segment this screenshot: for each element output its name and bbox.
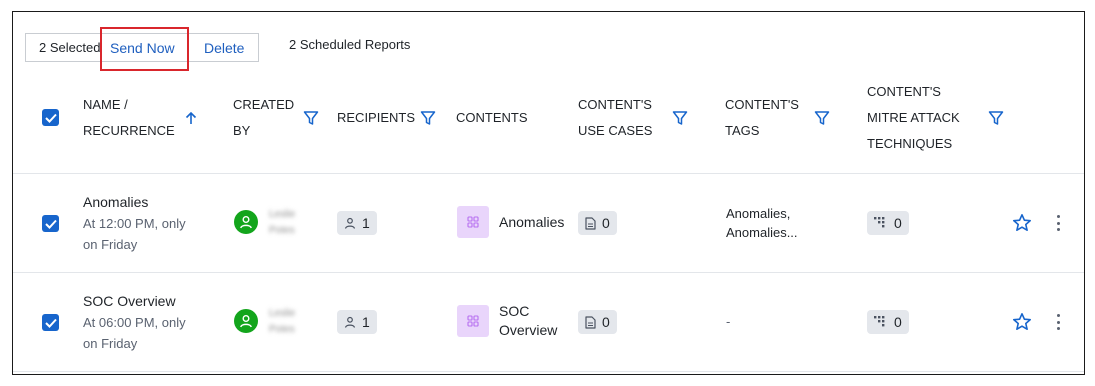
scheduled-reports-count: 2 Scheduled Reports xyxy=(289,37,411,52)
column-header-mitre: CONTENT'S MITRE ATTACK TECHNIQUES xyxy=(867,84,960,151)
user-icon xyxy=(344,316,356,328)
creator-name: Leslie Potes xyxy=(269,209,296,236)
mitre-pill[interactable]: 0 xyxy=(867,310,909,334)
star-icon[interactable] xyxy=(1012,312,1032,332)
use-cases-pill[interactable]: 0 xyxy=(578,211,617,235)
use-cases-filter-icon[interactable] xyxy=(672,110,688,126)
check-icon xyxy=(44,113,57,123)
content-name[interactable]: Anomalies xyxy=(499,213,564,232)
bulk-action-bar: 2 Selected Send Now Delete xyxy=(25,33,259,62)
grid-icon xyxy=(467,216,479,228)
mitre-pill[interactable]: 0 xyxy=(867,211,909,235)
sort-ascending-icon[interactable] xyxy=(184,111,198,125)
column-header-use-cases: CONTENT'S USE CASES xyxy=(578,97,653,138)
row-checkbox[interactable] xyxy=(42,314,59,331)
report-name[interactable]: Anomalies xyxy=(83,194,148,210)
content-tags: - xyxy=(726,314,731,329)
dashboard-tile xyxy=(457,206,489,238)
scheduled-reports-panel: 2 Selected Send Now Delete 2 Scheduled R… xyxy=(12,11,1085,375)
use-cases-pill[interactable]: 0 xyxy=(578,310,617,334)
dashboard-tile xyxy=(457,305,489,337)
recipients-filter-icon[interactable] xyxy=(420,110,436,126)
creator-avatar xyxy=(234,210,258,234)
check-icon xyxy=(44,219,57,229)
content-tags: Anomalies, Anomalies... xyxy=(726,206,798,240)
report-recurrence: At 12:00 PM, only on Friday xyxy=(83,216,186,252)
star-icon[interactable] xyxy=(1012,213,1032,233)
user-icon xyxy=(344,217,356,229)
user-icon xyxy=(240,216,252,229)
created-by-filter-icon[interactable] xyxy=(303,110,319,126)
delete-button[interactable]: Delete xyxy=(204,40,244,56)
check-icon xyxy=(44,318,57,328)
column-header-contents: CONTENTS xyxy=(456,110,528,125)
recipients-pill[interactable]: 1 xyxy=(337,211,377,235)
column-header-name[interactable]: NAME / RECURRENCE xyxy=(83,92,175,144)
column-header-created-by: CREATED BY xyxy=(233,97,295,138)
grid-icon xyxy=(467,315,479,327)
mitre-dots-icon xyxy=(874,316,885,327)
content-name[interactable]: SOC Overview xyxy=(499,302,557,340)
row-checkbox[interactable] xyxy=(42,215,59,232)
row-divider xyxy=(13,371,1084,372)
report-recurrence: At 06:00 PM, only on Friday xyxy=(83,315,186,351)
tags-filter-icon[interactable] xyxy=(814,110,830,126)
header-divider xyxy=(13,173,1084,174)
column-header-tags: CONTENT'S TAGS xyxy=(725,97,799,138)
kebab-icon[interactable] xyxy=(1055,314,1061,330)
user-icon xyxy=(240,315,252,328)
kebab-icon[interactable] xyxy=(1055,215,1061,231)
select-all-checkbox[interactable] xyxy=(42,109,59,126)
column-header-recipients: RECIPIENTS xyxy=(337,110,416,125)
report-name[interactable]: SOC Overview xyxy=(83,293,176,309)
creator-avatar xyxy=(234,309,258,333)
document-icon xyxy=(585,315,596,329)
mitre-filter-icon[interactable] xyxy=(988,110,1004,126)
send-now-button[interactable]: Send Now xyxy=(110,40,175,56)
selected-count: 2 Selected xyxy=(39,40,101,55)
recipients-pill[interactable]: 1 xyxy=(337,310,377,334)
document-icon xyxy=(585,216,596,230)
creator-name: Leslie Potes xyxy=(269,308,296,335)
mitre-dots-icon xyxy=(874,217,885,228)
row-divider xyxy=(13,272,1084,273)
